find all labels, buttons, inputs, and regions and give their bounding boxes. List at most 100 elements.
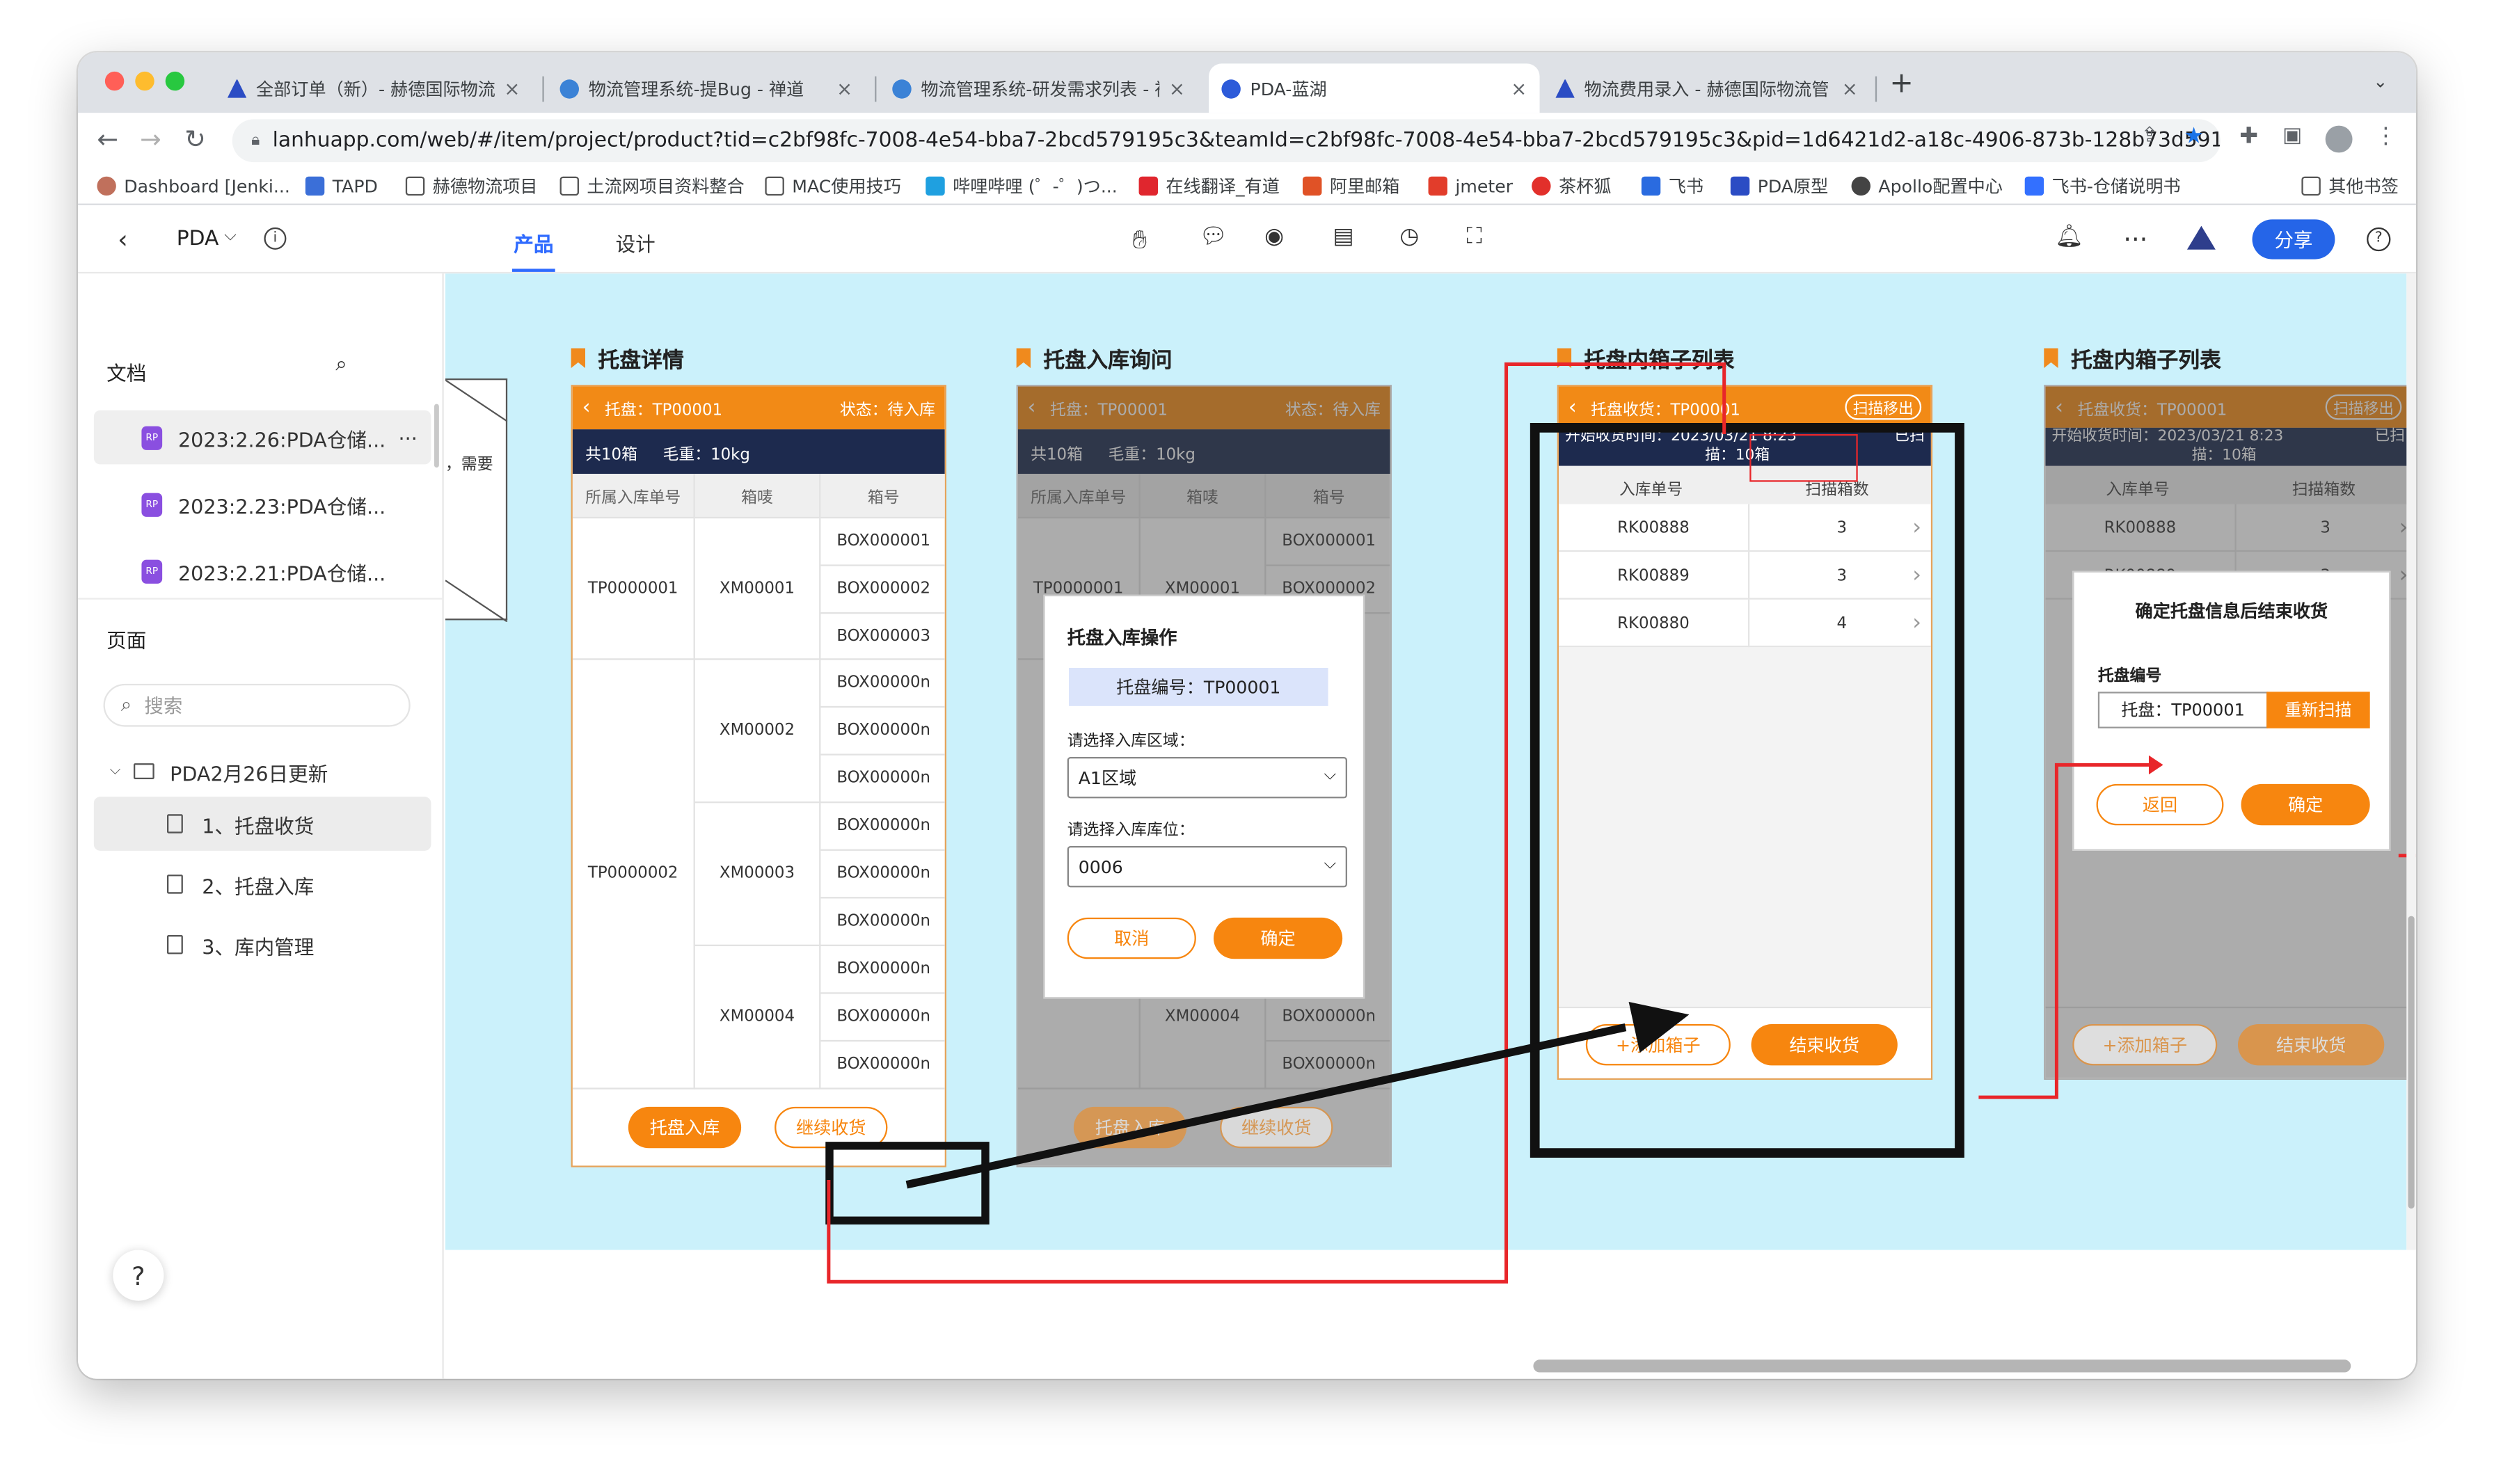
browser-tab[interactable]: 全部订单（新）- 赫德国际物流管 × bbox=[215, 63, 533, 113]
extensions-icon[interactable]: ✚ bbox=[2239, 124, 2258, 150]
share-button[interactable]: 分享 bbox=[2252, 219, 2335, 260]
vertical-scrollbar[interactable] bbox=[2408, 916, 2415, 1209]
doc-item[interactable]: RP 2023:2.23:PDA仓储... bbox=[94, 477, 431, 532]
bookmarks-bar: Dashboard [Jenki... TAPD 赫德物流项目 土流网项目资料整… bbox=[77, 166, 2416, 205]
area-select[interactable]: A1区域 ⌵ bbox=[1067, 756, 1347, 799]
bookmark[interactable]: 赫德物流项目 bbox=[405, 172, 538, 200]
cancel-button[interactable]: 取消 bbox=[1067, 917, 1196, 959]
help-icon[interactable]: ? bbox=[2367, 227, 2391, 252]
tray-input[interactable]: 托盘：TP00001 bbox=[2097, 692, 2269, 728]
browser-tab[interactable]: 物流费用录入 - 赫德国际物流管 × bbox=[1543, 63, 1870, 113]
bookmark[interactable]: 哔哩哔哩 (゜-゜)つ... bbox=[926, 172, 1118, 200]
bookmark[interactable]: 在线翻译_有道 bbox=[1138, 172, 1280, 200]
zentao-icon bbox=[559, 79, 579, 98]
dialog-title: 托盘入库操作 bbox=[1067, 626, 1177, 649]
bookmark[interactable]: 土流网项目资料整合 bbox=[559, 172, 745, 200]
page-item[interactable]: 2、托盘入库 bbox=[94, 857, 431, 911]
partial-frame: ，需要 bbox=[445, 378, 508, 622]
table-cell: XM00004 bbox=[694, 946, 821, 1090]
browser-tab-active[interactable]: PDA-蓝湖 × bbox=[1209, 63, 1540, 113]
search-icon[interactable]: ⌕ bbox=[335, 353, 347, 376]
back-button[interactable]: 返回 bbox=[2096, 783, 2224, 826]
minimize-window-button[interactable] bbox=[135, 71, 154, 91]
eye-icon[interactable]: ◉ bbox=[1264, 224, 1284, 250]
bookmark-star-icon[interactable]: ★ bbox=[2184, 124, 2204, 150]
bookmark[interactable]: 飞书-仓储说明书 bbox=[2024, 172, 2181, 200]
bookmark[interactable]: jmeter bbox=[1428, 172, 1513, 200]
sidebar: 文档 ⌕ RP 2023:2.26:PDA仓储... ··· RP 2023:2… bbox=[77, 273, 444, 1379]
browser-tab[interactable]: 物流管理系统-研发需求列表 - 禅 × bbox=[880, 63, 1198, 113]
info-icon[interactable]: i bbox=[264, 227, 287, 250]
doc-item[interactable]: RP 2023:2.21:PDA仓储... bbox=[94, 544, 431, 598]
highlight-frame bbox=[1530, 422, 1964, 1158]
more-icon[interactable]: ··· bbox=[399, 425, 418, 449]
profile-avatar[interactable] bbox=[2325, 125, 2353, 153]
close-tab-icon[interactable]: × bbox=[836, 77, 852, 99]
back-chevron-icon[interactable]: ‹ bbox=[1568, 395, 1577, 419]
bookmark-folder[interactable]: 其他书签 bbox=[2301, 172, 2399, 200]
close-tab-icon[interactable]: × bbox=[1842, 77, 1858, 99]
page-icon bbox=[166, 875, 183, 894]
document-icon[interactable]: ▤ bbox=[1333, 224, 1353, 250]
col-header: 所属入库单号 bbox=[572, 474, 695, 519]
bell-icon[interactable]: 🔔︎ bbox=[2055, 224, 2083, 250]
close-tab-icon[interactable]: × bbox=[1169, 77, 1185, 99]
history-icon[interactable]: ◷ bbox=[1399, 224, 1419, 250]
fullscreen-icon[interactable]: ⛶ bbox=[1466, 224, 1482, 250]
putaway-button[interactable]: 托盘入库 bbox=[628, 1106, 742, 1149]
flag-icon bbox=[1016, 347, 1031, 369]
tab-search-icon[interactable]: ⌄ bbox=[2373, 72, 2388, 93]
bookmark[interactable]: MAC使用技巧 bbox=[765, 172, 901, 200]
page-folder[interactable]: ⌵ PDA2月26日更新 bbox=[94, 744, 431, 799]
page-item-active[interactable]: 1、托盘收货 bbox=[93, 797, 431, 851]
tab-product[interactable]: 产品 bbox=[514, 228, 553, 257]
bookmark[interactable]: PDA原型 bbox=[1730, 172, 1828, 200]
maximize-window-button[interactable] bbox=[165, 71, 185, 91]
forward-icon[interactable]: → bbox=[140, 124, 161, 154]
bookmark[interactable]: TAPD bbox=[305, 172, 378, 200]
browser-tab[interactable]: 物流管理系统-提Bug - 禅道 × bbox=[547, 63, 865, 113]
doc-item[interactable]: RP 2023:2.26:PDA仓储... ··· bbox=[93, 410, 431, 465]
chevron-down-icon[interactable]: ⌵ bbox=[224, 228, 236, 245]
help-button[interactable]: ? bbox=[113, 1250, 164, 1301]
sidebar-scrollbar[interactable] bbox=[434, 404, 439, 468]
rescan-button[interactable]: 重新扫描 bbox=[2266, 692, 2370, 728]
page-search-input[interactable]: ⌕ 搜索 bbox=[103, 683, 411, 727]
new-tab-button[interactable]: + bbox=[1889, 67, 1913, 100]
reload-icon[interactable]: ↻ bbox=[184, 124, 206, 154]
url-bar[interactable]: 🔒︎ lanhuapp.com/web/#/item/project/produ… bbox=[232, 119, 2221, 163]
prototype-canvas[interactable]: ，需要 托盘详情 ‹ 托盘：TP00001 状态：待入库 共10箱 毛重：10k… bbox=[445, 273, 2416, 1379]
back-chevron-icon[interactable]: ‹ bbox=[582, 396, 591, 420]
comment-icon[interactable]: 💬︎ bbox=[1199, 224, 1228, 250]
bookmark[interactable]: 阿里邮箱 bbox=[1302, 172, 1399, 200]
hand-tool-icon[interactable]: ✋︎ bbox=[1132, 224, 1147, 256]
putaway-dialog: 托盘入库操作 托盘编号：TP00001 请选择入库区域： A1区域 ⌵ 请选择入库… bbox=[1043, 594, 1365, 999]
bookmark[interactable]: Apollo配置中心 bbox=[1851, 172, 2003, 200]
project-name[interactable]: PDA bbox=[177, 228, 219, 251]
frame-title: 托盘入库询问 bbox=[1016, 342, 1173, 374]
close-window-button[interactable] bbox=[104, 71, 125, 91]
bookmark[interactable]: 飞书 bbox=[1641, 172, 1703, 200]
slot-select[interactable]: 0006 ⌵ bbox=[1067, 845, 1347, 888]
flag-icon bbox=[2044, 347, 2058, 369]
scan-out-button[interactable]: 扫描移出 bbox=[1845, 394, 1922, 420]
confirm-button[interactable]: 确定 bbox=[2241, 783, 2370, 826]
table-cell: BOX00000n bbox=[820, 898, 945, 946]
bookmark[interactable]: 茶杯狐 bbox=[1532, 172, 1611, 200]
horizontal-scrollbar[interactable] bbox=[1533, 1359, 2351, 1373]
close-tab-icon[interactable]: × bbox=[1511, 77, 1527, 99]
frame-title: 托盘内箱子列表 bbox=[2044, 342, 2221, 374]
sidepanel-icon[interactable]: ▣ bbox=[2282, 124, 2302, 147]
share-page-icon[interactable]: ⇪ bbox=[2141, 124, 2159, 147]
menu-icon[interactable]: ⋮ bbox=[2375, 124, 2397, 150]
back-chevron-icon[interactable]: ‹ bbox=[118, 224, 128, 254]
more-icon[interactable]: ··· bbox=[2123, 224, 2147, 254]
bookmark[interactable]: Dashboard [Jenki... bbox=[97, 172, 290, 200]
lanhu-logo-icon[interactable] bbox=[2186, 225, 2216, 250]
page-icon bbox=[166, 814, 183, 833]
page-item[interactable]: 3、库内管理 bbox=[94, 918, 431, 972]
close-tab-icon[interactable]: × bbox=[504, 77, 520, 99]
back-icon[interactable]: ← bbox=[97, 124, 118, 154]
confirm-button[interactable]: 确定 bbox=[1213, 917, 1343, 959]
tab-design[interactable]: 设计 bbox=[616, 228, 656, 257]
